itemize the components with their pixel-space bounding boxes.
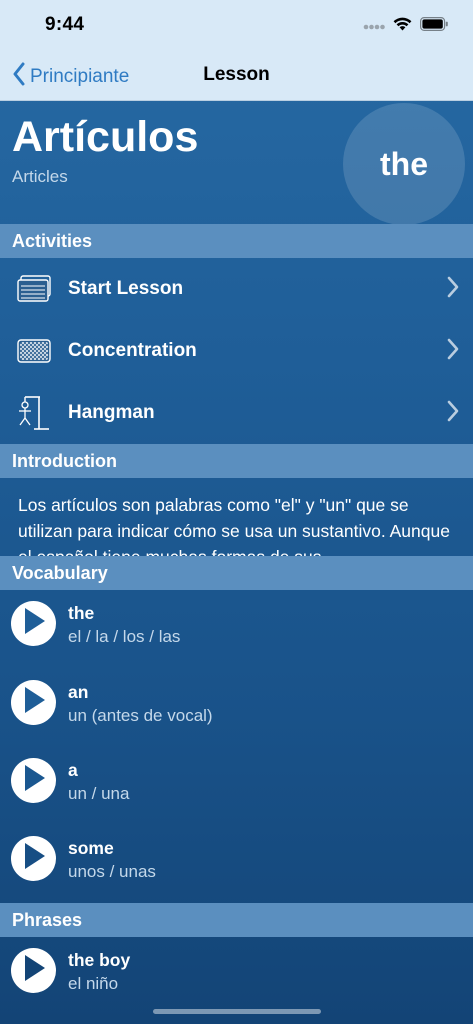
vocabulary-item[interactable]: an un (antes de vocal) [0,669,473,747]
introduction-text[interactable]: Los artículos son palabras como "el" y "… [0,478,473,556]
play-icon [22,686,46,719]
section-header-phrases: Phrases [0,903,473,937]
hangman-icon [16,396,52,430]
status-time: 9:44 [45,14,85,35]
status-icons [363,17,449,36]
chevron-right-icon [447,400,459,427]
lesson-badge-text: the [380,145,428,182]
lesson-badge: the [343,103,465,225]
battery-icon [420,17,449,36]
activity-label: Start Lesson [68,278,184,299]
vocabulary-item[interactable]: the el / la / los / las [0,590,473,668]
play-icon [22,842,46,875]
vocabulary-item[interactable]: a un / una [0,747,473,825]
activity-start-lesson[interactable]: Start Lesson [0,258,473,320]
back-button[interactable]: Principiante [12,62,129,92]
play-icon [22,764,46,797]
concentration-grid-icon [16,334,52,368]
chevron-left-icon [12,62,26,92]
home-indicator[interactable] [153,1009,321,1014]
chevron-right-icon [447,338,459,365]
back-label: Principiante [30,66,130,87]
vocabulary-term: the [68,603,95,623]
wifi-icon [393,17,412,36]
play-button[interactable] [11,948,56,993]
vocabulary-translation: un / una [68,784,130,803]
vocabulary-translation: unos / unas [68,862,156,881]
play-button[interactable] [11,758,56,803]
signal-icon [363,18,385,36]
section-header-activities: Activities [0,224,473,258]
vocabulary-term: some [68,838,114,858]
vocabulary-term: an [68,682,89,702]
vocabulary-translation: el / la / los / las [68,627,181,646]
vocabulary-translation: un (antes de vocal) [68,706,213,725]
flashcards-icon [16,272,52,306]
play-button[interactable] [11,680,56,725]
status-bar: 9:44 [0,0,473,50]
activity-label: Concentration [68,340,197,361]
activity-hangman[interactable]: Hangman [0,382,473,444]
phrase-translation: el niño [68,974,119,993]
phrase-item[interactable]: the boy el niño [0,937,473,1015]
play-icon [22,607,46,640]
vocabulary-term: a [68,760,78,780]
play-button[interactable] [11,601,56,646]
chevron-right-icon [447,276,459,303]
lesson-subtitle: Articles [12,167,68,186]
vocabulary-item[interactable]: some unos / unas [0,825,473,903]
section-header-introduction: Introduction [0,444,473,478]
phrase-term: the boy [68,950,131,970]
lesson-header: Artículos Articles the [0,101,473,225]
activity-label: Hangman [68,402,155,423]
section-header-vocabulary: Vocabulary [0,556,473,590]
play-button[interactable] [11,836,56,881]
introduction-paragraph: Los artículos son palabras como "el" y "… [18,495,450,556]
lesson-title: Artículos [12,113,199,161]
navigation-bar: Principiante Lesson [0,50,473,101]
play-icon [22,954,46,987]
activity-concentration[interactable]: Concentration [0,320,473,382]
